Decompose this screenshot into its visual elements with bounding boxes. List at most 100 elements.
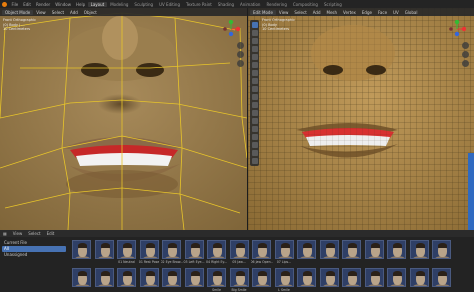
spin-icon[interactable] [251,142,258,148]
loop-cut-icon[interactable] [251,118,258,124]
asset-thumbnail[interactable] [94,268,114,287]
navigation-gizmo-icon[interactable] [222,20,240,38]
viewport-left[interactable]: Object Mode View Select Add Object Front… [0,8,247,230]
menu-select[interactable]: Select [25,231,43,236]
blender-logo-icon[interactable] [2,1,7,7]
poly-build-icon[interactable] [251,134,258,140]
menu-object[interactable]: Object [81,10,100,15]
asset-thumbnail[interactable] [319,240,339,259]
extrude-icon[interactable] [251,94,258,100]
asset-thumbnail[interactable] [432,240,451,259]
asset-thumbnail[interactable] [274,240,294,259]
asset-thumbnail[interactable] [72,268,91,287]
cursor-icon[interactable] [251,30,258,36]
asset-thumbnail[interactable] [229,240,249,259]
bevel-icon[interactable] [251,110,258,116]
navigation-gizmo-icon[interactable] [448,20,466,38]
asset-thumbnail[interactable] [432,268,451,287]
asset-thumbnail[interactable] [229,268,249,287]
tab-animation[interactable]: Animation [237,2,263,7]
tab-rendering[interactable]: Rendering [263,2,289,7]
smooth-icon[interactable] [251,150,258,156]
transform-icon[interactable] [251,62,258,68]
knife-icon[interactable] [251,126,258,132]
sidebar-tabs[interactable] [468,153,474,230]
asset-thumbnail[interactable] [342,240,361,259]
asset-thumbnail[interactable] [252,240,271,259]
asset-thumbnail[interactable] [117,240,136,259]
menu-uv[interactable]: UV [390,10,402,15]
menu-face[interactable]: Face [375,10,390,15]
menu-file[interactable]: File [9,2,21,7]
annotate-icon[interactable] [251,70,258,76]
asset-thumbnail[interactable] [319,268,339,287]
asset-thumbnail[interactable] [364,268,384,287]
asset-thumbnail[interactable] [252,268,271,287]
menu-mesh[interactable]: Mesh [324,10,341,15]
move-icon[interactable] [251,38,258,44]
menu-view[interactable]: View [33,10,49,15]
menu-edit[interactable]: Edit [21,2,34,7]
pan-icon[interactable] [237,51,244,58]
tab-layout[interactable]: Layout [87,1,108,7]
asset-thumbnail[interactable] [162,268,181,287]
select-box-icon[interactable] [251,22,258,28]
mode-selector[interactable]: Edit Mode [250,9,276,15]
asset-thumbnail[interactable] [207,268,226,287]
asset-thumbnail[interactable] [387,240,406,259]
asset-thumbnail[interactable] [297,240,316,259]
menu-help[interactable]: Help [73,2,87,7]
camera-icon[interactable] [462,60,469,67]
editor-type-icon[interactable]: ▦ [0,231,10,236]
asset-thumbnail[interactable] [139,240,159,259]
menu-add[interactable]: Add [310,10,324,15]
asset-thumbnail[interactable] [94,240,114,259]
menu-render[interactable]: Render [33,2,52,7]
tab-scripting[interactable]: Scripting [321,2,345,7]
inset-icon[interactable] [251,102,258,108]
menu-select[interactable]: Select [49,10,67,15]
asset-thumbnail[interactable] [184,268,204,287]
asset-thumbnail[interactable] [184,240,204,259]
menu-add[interactable]: Add [67,10,81,15]
tab-uv-editing[interactable]: UV Editing [156,2,183,7]
zoom-icon[interactable] [237,42,244,49]
menu-vertex[interactable]: Vertex [340,10,359,15]
asset-thumbnail[interactable] [409,268,429,287]
asset-thumbnail[interactable] [274,268,294,287]
asset-thumbnail[interactable] [117,268,136,287]
catalog-unassigned[interactable]: Unassigned [2,252,66,258]
asset-thumbnail[interactable] [342,268,361,287]
menu-select[interactable]: Select [291,10,309,15]
shear-icon[interactable] [251,158,258,164]
asset-thumbnail[interactable] [162,240,181,259]
tab-texture-paint[interactable]: Texture Paint [183,2,215,7]
viewport-right[interactable]: Edit Mode View Select Add Mesh Vertex Ed… [248,8,474,230]
mode-selector[interactable]: Object Mode [2,9,34,15]
menu-window[interactable]: Window [53,2,74,7]
tab-shading[interactable]: Shading [215,2,237,7]
asset-thumbnail[interactable] [72,240,91,259]
zoom-icon[interactable] [462,42,469,49]
asset-thumbnail[interactable] [297,268,316,287]
add-cube-icon[interactable] [251,86,258,92]
rotate-icon[interactable] [251,46,258,52]
asset-label: 07 Lips... [276,260,292,264]
asset-thumbnail[interactable] [139,268,159,287]
camera-icon[interactable] [237,60,244,67]
tab-modeling[interactable]: Modeling [107,2,131,7]
tab-sculpting[interactable]: Sculpting [131,2,156,7]
measure-icon[interactable] [251,78,258,84]
asset-thumbnail[interactable] [387,268,406,287]
menu-view[interactable]: View [276,10,292,15]
tab-compositing[interactable]: Compositing [290,2,321,7]
scale-icon[interactable] [251,54,258,60]
asset-thumbnail[interactable] [364,240,384,259]
menu-view[interactable]: View [10,231,26,236]
menu-edge[interactable]: Edge [359,10,375,15]
menu-edit[interactable]: Edit [44,231,58,236]
transform-orientation[interactable]: Global [402,10,421,15]
asset-thumbnail[interactable] [409,240,429,259]
asset-thumbnail[interactable] [207,240,226,259]
pan-icon[interactable] [462,51,469,58]
